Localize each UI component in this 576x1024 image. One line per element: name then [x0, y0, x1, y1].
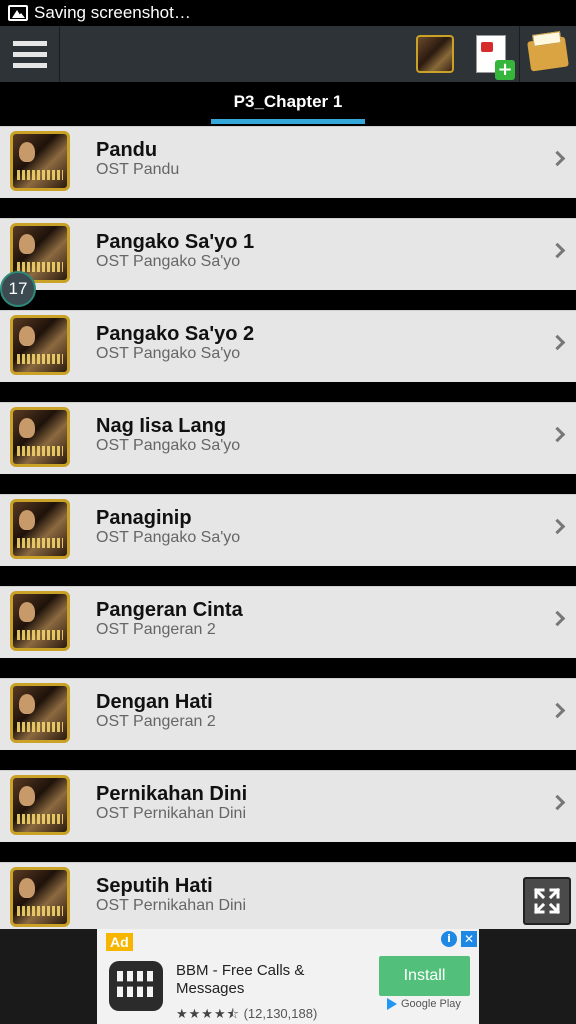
ad-close-icon[interactable]: ✕ [461, 931, 477, 947]
app-screen: Saving screenshot… P3_Chapter 1 PanduOST… [0, 0, 576, 1024]
album-thumbnail-icon [416, 35, 454, 73]
song-title: Pangeran Cinta [96, 599, 243, 621]
rating-stars: ★★★★⯪ [176, 1006, 240, 1021]
album-thumbnail-icon [10, 499, 70, 559]
ad-rating: ★★★★⯪ (12,130,188) [176, 1005, 317, 1024]
list-item[interactable]: Nag Iisa Lang OST Pangako Sa'yo [0, 402, 576, 474]
bbm-logo-icon [109, 961, 163, 1011]
album-thumbnail-icon [10, 591, 70, 651]
song-title: Seputih Hati [96, 875, 213, 897]
add-pdf-button[interactable] [463, 26, 519, 82]
ad-title: BBM - Free Calls & Messages [176, 962, 305, 997]
album-thumbnail-icon [10, 683, 70, 743]
album-thumbnail-icon [10, 867, 70, 927]
song-title: Pangako Sa'yo 1 [96, 231, 255, 253]
song-title: Panaginip [96, 507, 192, 529]
list-item[interactable]: Panaginip OST Pangako Sa'yo [0, 494, 576, 566]
menu-button[interactable] [0, 26, 60, 82]
add-pdf-icon [476, 35, 515, 80]
expand-icon [533, 887, 561, 915]
song-subtitle: OST Pernikahan Dini [96, 805, 246, 822]
tab-chapter[interactable]: P3_Chapter 1 [211, 82, 365, 124]
hamburger-menu-icon [12, 40, 47, 46]
song-subtitle: OST Pangako Sa'yo [96, 437, 241, 454]
list-item[interactable]: Dengan Hati OST Pangeran 2 [0, 678, 576, 750]
folder-button[interactable] [520, 26, 576, 82]
chevron-right-icon [552, 427, 564, 441]
song-title: Dengan Hati [96, 691, 213, 713]
list-item[interactable]: Pangeran Cinta OST Pangeran 2 [0, 586, 576, 658]
rating-count: (12,130,188) [243, 1006, 318, 1021]
ad-banner[interactable]: Ad i ✕ BBM - Free Calls & Messages ★★★★⯪… [97, 929, 479, 1024]
status-bar: Saving screenshot… [0, 0, 576, 26]
chevron-right-icon [552, 519, 564, 533]
ad-info-icon[interactable]: i [441, 931, 457, 947]
album-thumbnail-icon [10, 775, 70, 835]
song-subtitle: OST Pangeran 2 [96, 713, 216, 730]
image-icon [8, 5, 28, 21]
song-subtitle: OST Pandu [96, 161, 180, 178]
ad-tag: Ad [106, 933, 133, 951]
chevron-right-icon [552, 795, 564, 809]
status-text: Saving screenshot… [34, 3, 191, 22]
album-thumbnail-icon [10, 131, 70, 191]
folder-icon [527, 36, 569, 72]
install-button[interactable]: Install [379, 956, 470, 996]
song-subtitle: OST Pangako Sa'yo [96, 253, 241, 270]
song-subtitle: OST Pangako Sa'yo [96, 529, 241, 546]
tab-bar: P3_Chapter 1 [0, 82, 576, 124]
chevron-right-icon [552, 703, 564, 717]
list-item[interactable]: Pangako Sa'yo 1 OST Pangako Sa'yo [0, 218, 576, 290]
song-title: Pernikahan Dini [96, 783, 248, 805]
song-title: Pangako Sa'yo 2 [96, 323, 255, 345]
list-item[interactable]: Pandu OST Pandu [0, 126, 576, 198]
song-subtitle: OST Pernikahan Dini [96, 897, 246, 914]
album-thumbnail-icon [10, 315, 70, 375]
album-button[interactable] [407, 26, 463, 82]
song-title: Pandu [96, 139, 158, 161]
chevron-right-icon [552, 611, 564, 625]
google-play-icon [387, 998, 397, 1010]
google-play-label: Google Play [387, 998, 461, 1010]
chevron-right-icon [552, 335, 564, 349]
chevron-right-icon [552, 243, 564, 257]
song-subtitle: OST Pangako Sa'yo [96, 345, 241, 362]
fullscreen-button[interactable] [523, 877, 571, 925]
album-thumbnail-icon [10, 407, 70, 467]
action-bar [0, 26, 576, 82]
song-subtitle: OST Pangeran 2 [96, 621, 216, 638]
count-badge: 17 [0, 271, 36, 307]
list-item[interactable]: Seputih Hati OST Pernikahan Dini [0, 862, 576, 934]
chevron-right-icon [552, 151, 564, 165]
song-title: Nag Iisa Lang [96, 415, 227, 437]
list-item[interactable]: Pernikahan Dini OST Pernikahan Dini [0, 770, 576, 842]
list-item[interactable]: Pangako Sa'yo 2 OST Pangako Sa'yo [0, 310, 576, 382]
